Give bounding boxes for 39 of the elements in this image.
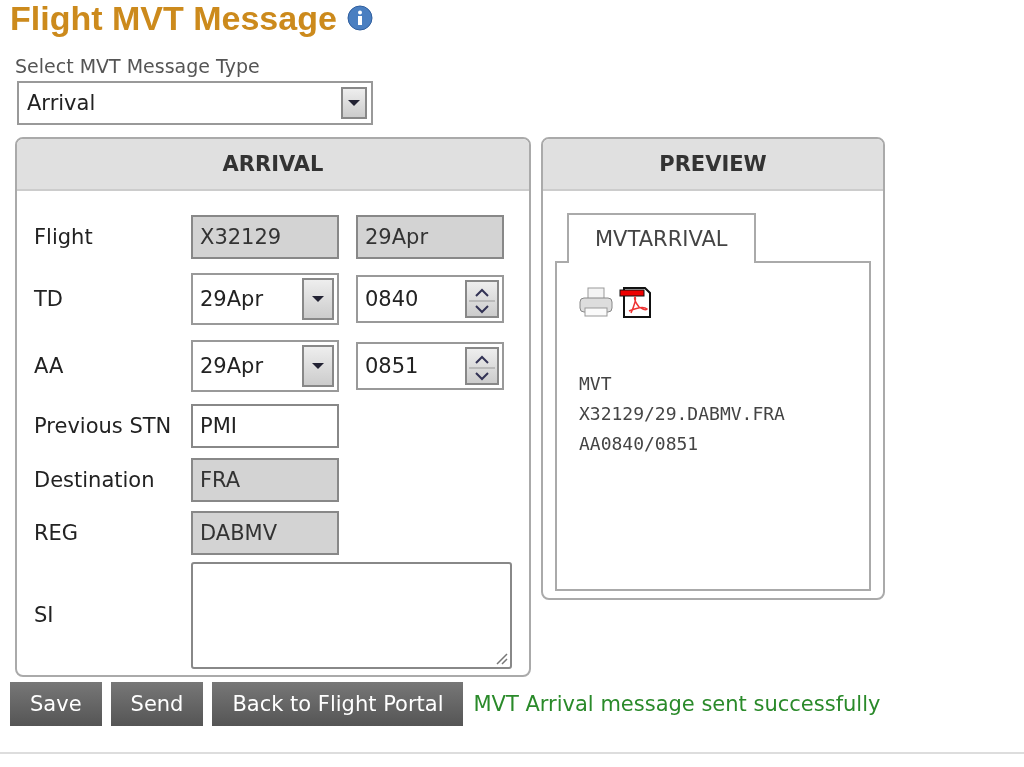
field-label: Flight (34, 225, 94, 249)
caret-icon (312, 361, 324, 370)
resize-grip-icon (494, 650, 508, 665)
info-icon[interactable] (346, 5, 373, 31)
action-button[interactable]: Back to Flight Portal (212, 682, 464, 726)
time-spinner[interactable]: 0840 (356, 274, 504, 323)
date-dropdown[interactable]: 29Apr (191, 339, 339, 392)
dropdown-button[interactable] (341, 87, 367, 119)
date-dropdown[interactable]: 29Apr (191, 272, 339, 325)
field-label: Previous STN (34, 414, 173, 438)
field-label: AA (34, 353, 65, 378)
readonly-field: X32129 (191, 215, 339, 259)
spinner-buttons[interactable] (465, 279, 499, 318)
message-preview: MVT X32129/29.DABMV.FRA AA0840/0851 (579, 372, 786, 456)
dropdown-button[interactable] (302, 277, 334, 320)
time-spinner[interactable]: 0851 (356, 341, 504, 390)
caret-icon (348, 99, 360, 107)
action-button[interactable]: Save (10, 682, 102, 726)
field-label: SI (34, 603, 55, 627)
field-label: Select MVT Message Type (15, 54, 260, 78)
page-title: Flight MVT Message (10, 1, 337, 35)
field-label: TD (34, 286, 64, 311)
readonly-field: DABMV (191, 510, 339, 555)
action-button[interactable]: Send (110, 682, 204, 726)
panel-header: PREVIEW (543, 139, 883, 191)
field-label: Destination (34, 467, 156, 492)
readonly-field: 29Apr (356, 215, 504, 259)
status-message: MVT Arrival message sent successfully (473, 692, 881, 716)
tab[interactable]: MVTARRIVAL (567, 213, 756, 263)
pdf-icon[interactable] (619, 285, 653, 319)
panel-header: ARRIVAL (17, 139, 529, 191)
dropdown-button[interactable] (302, 344, 334, 387)
text-area[interactable] (191, 561, 512, 669)
caret-icon (312, 294, 324, 303)
message-type-dropdown[interactable]: Arrival (17, 81, 373, 125)
input-field[interactable]: PMI (191, 404, 339, 448)
readonly-field: FRA (191, 457, 339, 502)
field-label: REG (34, 520, 80, 545)
spinner-buttons[interactable] (465, 346, 499, 385)
